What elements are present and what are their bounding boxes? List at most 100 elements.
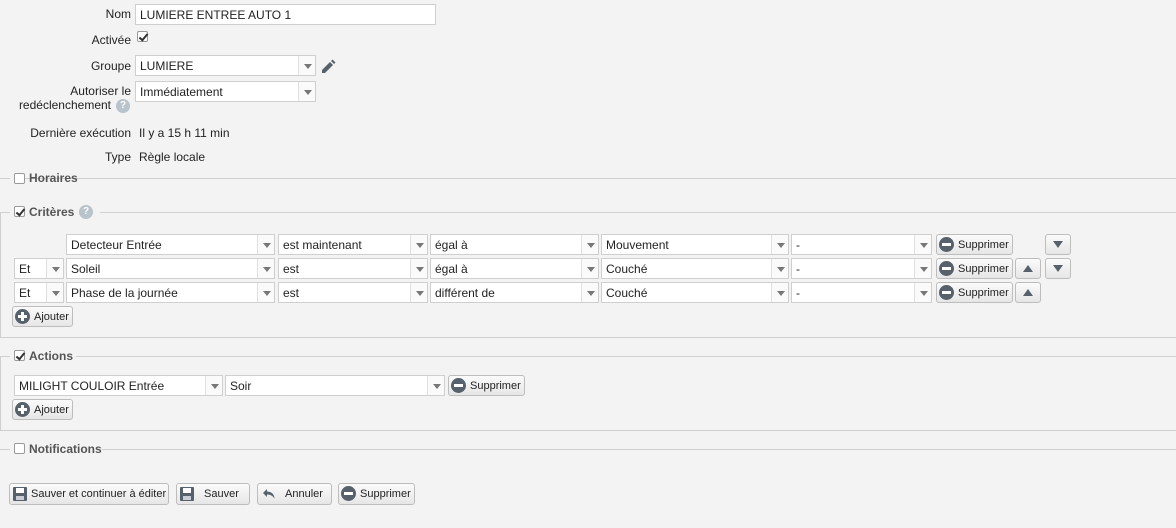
save-continue-button[interactable]: Sauver et continuer à éditer <box>9 483 169 505</box>
pencil-icon[interactable] <box>320 58 337 75</box>
cancel-button[interactable]: Annuler <box>257 483 332 505</box>
chevron-down-icon <box>205 376 222 395</box>
criteria-row-3-device-select[interactable]: Phase de la journée <box>66 282 275 303</box>
activee-label: Activée <box>91 33 131 47</box>
chevron-down-icon <box>771 235 788 254</box>
criteres-divider-bottom <box>0 337 1176 338</box>
criteria-row-1-move-down-button[interactable] <box>1045 234 1071 255</box>
criteria-row-2-move-up-button[interactable] <box>1015 258 1041 279</box>
criteres-checkbox[interactable] <box>14 206 25 217</box>
chevron-down-icon <box>46 283 63 302</box>
criteria-row-1-value-select[interactable]: Mouvement <box>601 234 789 255</box>
criteria-row-3-conj-select[interactable]: Et <box>14 282 64 303</box>
plus-circle-icon <box>15 402 30 417</box>
type-value: Règle locale <box>139 150 206 164</box>
derniere-value: Il y a 15 h 11 min <box>139 126 230 140</box>
criteria-row-2-op: égal à <box>435 262 468 276</box>
action-delete-button[interactable]: Supprimer <box>448 375 525 396</box>
criteria-row-3-extra: - <box>796 286 800 300</box>
nom-input[interactable]: LUMIERE ENTREE AUTO 1 <box>135 4 436 25</box>
groupe-label: Groupe <box>90 59 131 73</box>
chevron-down-icon <box>298 56 315 75</box>
criteria-row-3-move-up-button[interactable] <box>1015 282 1041 303</box>
undo-icon <box>263 489 275 499</box>
notifications-divider <box>0 449 1176 450</box>
criteria-row-1-device: Detecteur Entrée <box>71 238 162 252</box>
chevron-down-icon <box>257 259 274 278</box>
actions-title: Actions <box>29 349 74 363</box>
criteria-row-2-conj-select[interactable]: Et <box>14 258 64 279</box>
criteria-row-3-device: Phase de la journée <box>71 286 178 300</box>
criteria-add-label: Ajouter <box>34 311 69 323</box>
criteria-row-1-extra-select[interactable]: - <box>791 234 932 255</box>
criteria-row-1-extra: - <box>796 238 800 252</box>
actions-checkbox[interactable] <box>14 350 25 361</box>
criteria-row-2-delete-button[interactable]: Supprimer <box>936 258 1013 279</box>
chevron-down-icon <box>914 259 931 278</box>
criteria-row-2-extra-select[interactable]: - <box>791 258 932 279</box>
chevron-down-icon <box>771 283 788 302</box>
criteria-row-3-value: Couché <box>606 286 648 300</box>
horaires-divider <box>0 178 1176 179</box>
criteria-row-2-value-select[interactable]: Couché <box>601 258 789 279</box>
floppy-icon <box>13 487 27 501</box>
criteres-title: Critères <box>29 205 75 219</box>
save-continue-label: Sauver et continuer à éditer <box>31 488 167 500</box>
derniere-label: Dernière exécution <box>30 126 131 140</box>
action-scene-select[interactable]: Soir <box>225 375 445 396</box>
criteria-row-2-move-down-button[interactable] <box>1045 258 1071 279</box>
floppy-icon <box>180 487 194 501</box>
criteria-row-1-state: est maintenant <box>283 238 362 252</box>
activee-checkbox[interactable] <box>137 31 148 42</box>
autoriser-label-line2: redéclenchement <box>18 98 111 112</box>
criteria-row-2-device: Soleil <box>71 262 101 276</box>
autoriser-label-line1: Autoriser le <box>70 84 131 98</box>
help-icon[interactable]: ? <box>116 99 130 113</box>
horaires-checkbox[interactable] <box>14 173 25 184</box>
criteria-row-1-delete-label: Supprimer <box>958 239 1009 251</box>
chevron-down-icon <box>257 235 274 254</box>
minus-circle-icon <box>451 378 466 393</box>
criteria-row-1-device-select[interactable]: Detecteur Entrée <box>66 234 275 255</box>
save-label: Sauver <box>204 488 239 500</box>
criteria-row-1-delete-button[interactable]: Supprimer <box>936 234 1013 255</box>
save-button[interactable]: Sauver <box>176 483 250 505</box>
criteria-row-2-extra: - <box>796 262 800 276</box>
chevron-down-icon <box>914 235 931 254</box>
minus-circle-icon <box>341 486 356 501</box>
chevron-down-icon <box>410 235 427 254</box>
criteria-row-3-extra-select[interactable]: - <box>791 282 932 303</box>
help-icon[interactable]: ? <box>79 205 93 219</box>
criteria-row-2-state: est <box>283 262 300 276</box>
groupe-select[interactable]: LUMIERE <box>135 55 316 76</box>
criteria-row-2-device-select[interactable]: Soleil <box>66 258 275 279</box>
action-scene: Soir <box>230 379 252 393</box>
groupe-select-value: LUMIERE <box>140 59 194 73</box>
criteria-add-button[interactable]: Ajouter <box>12 306 73 327</box>
criteria-row-2-value: Couché <box>606 262 648 276</box>
minus-circle-icon <box>939 237 954 252</box>
criteria-row-3-value-select[interactable]: Couché <box>601 282 789 303</box>
criteria-row-1-state-select[interactable]: est maintenant <box>278 234 428 255</box>
criteria-row-2-op-select[interactable]: égal à <box>430 258 599 279</box>
chevron-down-icon <box>581 283 598 302</box>
autoriser-select-value: Immédiatement <box>140 85 223 99</box>
notifications-checkbox[interactable] <box>14 443 25 454</box>
delete-label: Supprimer <box>360 488 411 500</box>
criteria-row-3-state-select[interactable]: est <box>278 282 428 303</box>
action-device: MILIGHT COULOIR Entrée <box>19 379 165 393</box>
action-add-button[interactable]: Ajouter <box>12 399 73 420</box>
criteria-row-3-delete-button[interactable]: Supprimer <box>936 282 1013 303</box>
delete-button[interactable]: Supprimer <box>338 483 415 505</box>
action-device-select[interactable]: MILIGHT COULOIR Entrée <box>14 375 223 396</box>
criteres-border-left <box>0 212 1 337</box>
autoriser-select[interactable]: Immédiatement <box>135 81 316 102</box>
minus-circle-icon <box>939 261 954 276</box>
criteria-row-1-op-select[interactable]: égal à <box>430 234 599 255</box>
chevron-down-icon <box>410 283 427 302</box>
criteria-row-2-state-select[interactable]: est <box>278 258 428 279</box>
criteria-row-3-op-select[interactable]: différent de <box>430 282 599 303</box>
chevron-down-icon <box>298 82 315 101</box>
criteria-row-3-delete-label: Supprimer <box>958 287 1009 299</box>
notifications-title: Notifications <box>29 442 102 456</box>
